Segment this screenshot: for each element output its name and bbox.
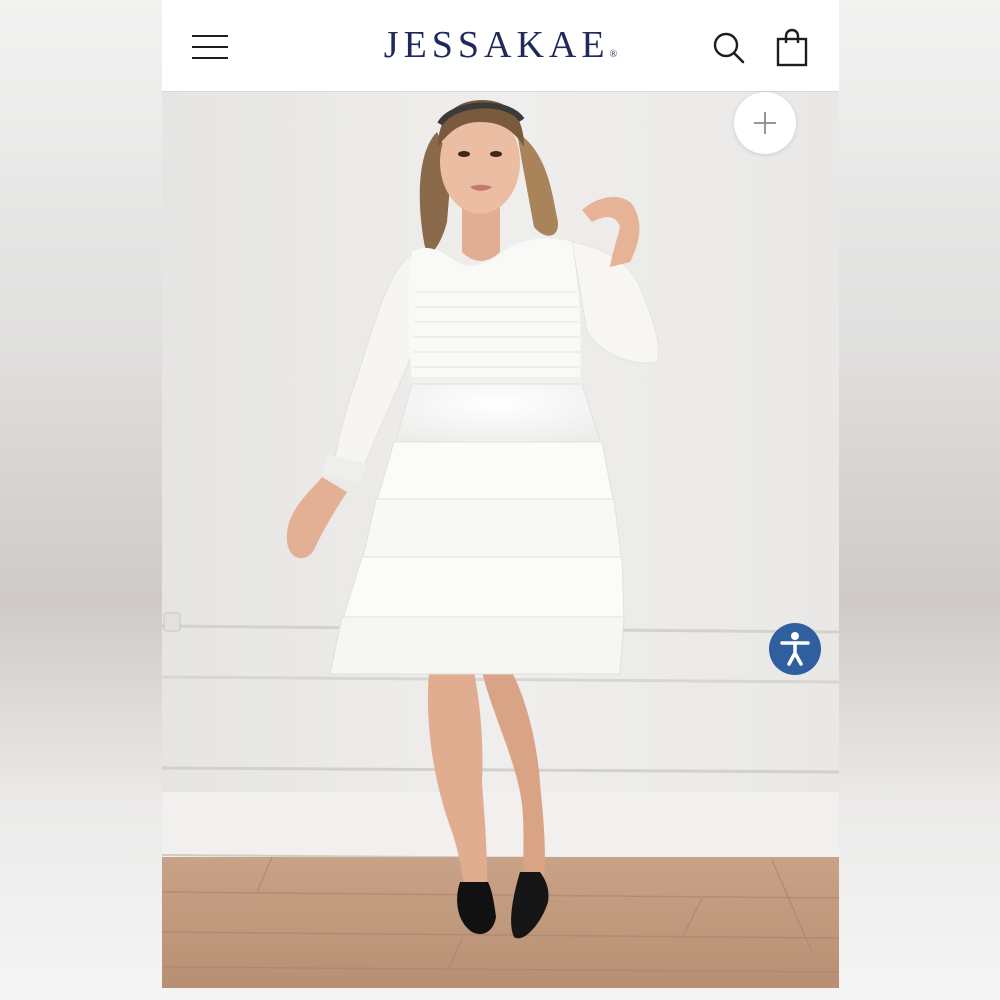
product-hero-image [162, 92, 839, 988]
shopping-bag-icon [776, 28, 808, 67]
cart-button[interactable] [775, 28, 809, 68]
zoom-button[interactable] [734, 92, 796, 154]
wall-outlet [163, 612, 181, 632]
neck [462, 207, 500, 261]
mobile-page: JESSAKAE® [162, 0, 839, 988]
eye [458, 151, 470, 157]
bodice [408, 238, 581, 382]
search-icon [713, 32, 745, 64]
search-button[interactable] [712, 31, 746, 65]
baseboard [162, 792, 839, 857]
plus-icon [754, 112, 776, 134]
eye [490, 151, 502, 157]
model-photo [162, 92, 839, 988]
registered-mark: ® [609, 49, 618, 60]
accessibility-button[interactable] [769, 623, 821, 675]
accessibility-icon [780, 632, 810, 666]
site-header: JESSAKAE® [162, 0, 839, 92]
brand-name: JESSAKAE [383, 24, 610, 66]
